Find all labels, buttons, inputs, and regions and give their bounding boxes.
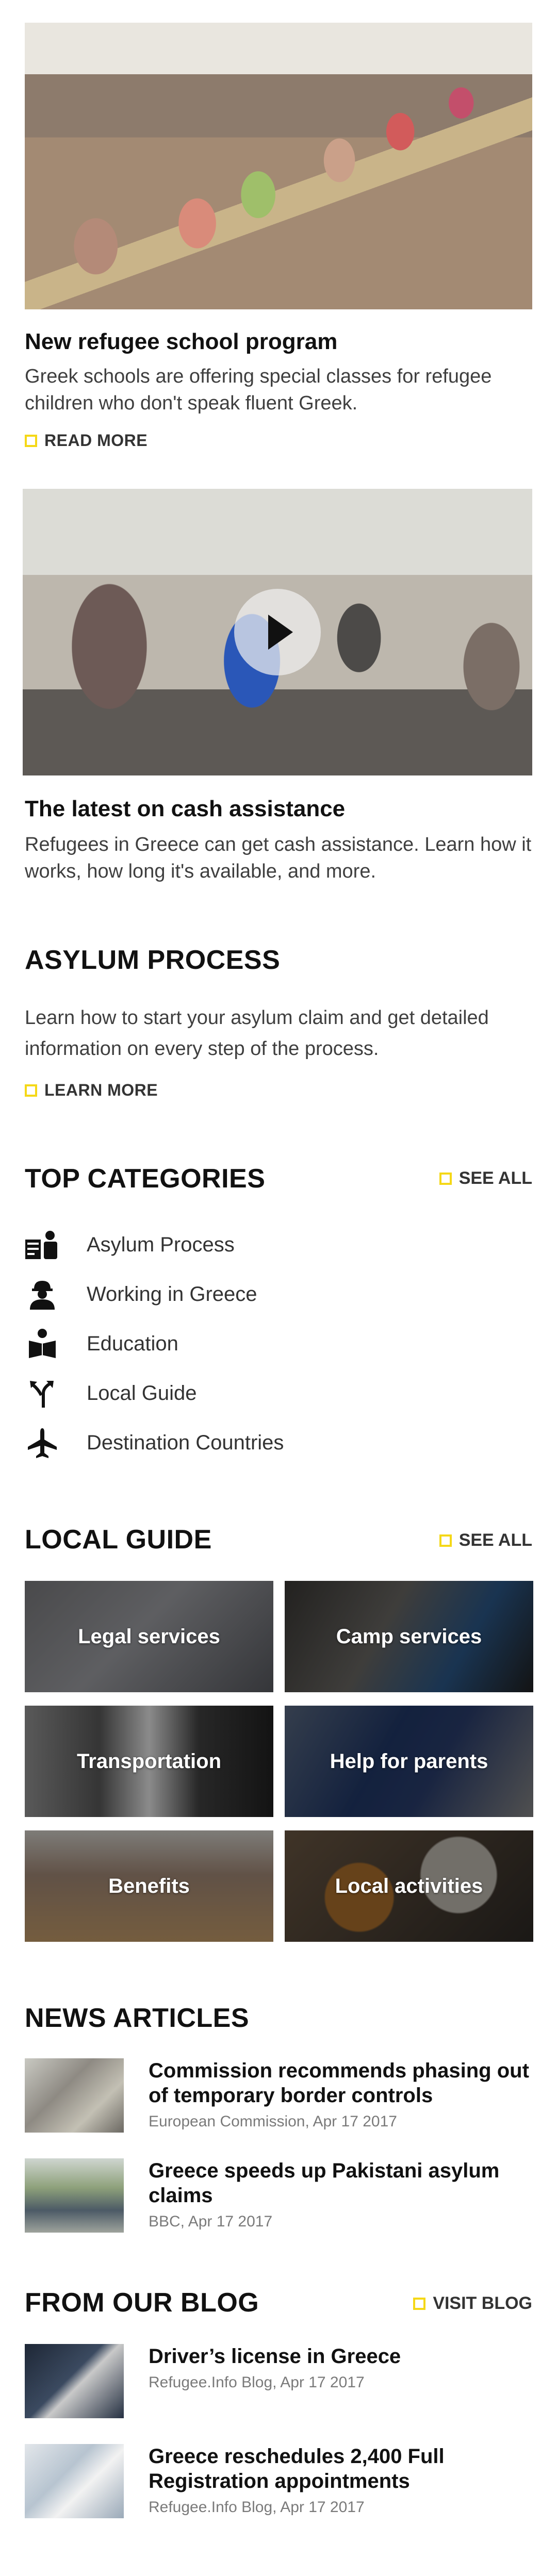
- news-thumbnail: [25, 2058, 124, 2133]
- tile-local-activities[interactable]: Local activities: [285, 1830, 533, 1942]
- cash-assistance-description: Refugees in Greece can get cash assistan…: [25, 834, 532, 882]
- directions-icon: [25, 1376, 60, 1411]
- category-item-asylum[interactable]: Asylum Process: [25, 1220, 532, 1269]
- local-guide-heading: LOCAL GUIDE: [25, 1525, 212, 1555]
- tile-transportation[interactable]: Transportation: [25, 1706, 273, 1817]
- see-all-label: SEE ALL: [458, 1168, 532, 1188]
- visit-blog-link[interactable]: VISIT BLOG: [413, 2293, 532, 2314]
- blog-meta: Refugee.Info Blog, Apr 17 2017: [149, 2374, 365, 2391]
- category-label: Asylum Process: [87, 1233, 235, 1256]
- worker-icon: [25, 1277, 60, 1312]
- blog-item[interactable]: Driver’s license in Greece Refugee.Info …: [25, 2344, 532, 2418]
- yellow-square-icon: [439, 1534, 452, 1547]
- category-label: Working in Greece: [87, 1282, 257, 1306]
- news-articles-heading: NEWS ARTICLES: [25, 2003, 250, 2033]
- category-label: Local Guide: [87, 1381, 197, 1405]
- news-meta: BBC, Apr 17 2017: [149, 2213, 273, 2230]
- see-all-label: SEE ALL: [458, 1530, 532, 1550]
- tile-label: Local activities: [335, 1874, 483, 1897]
- news-thumbnail: [25, 2158, 124, 2233]
- news-meta: European Commission, Apr 17 2017: [149, 2113, 397, 2130]
- category-item-education[interactable]: Education: [25, 1319, 532, 1368]
- blog-thumbnail: [25, 2444, 124, 2518]
- category-label: Education: [87, 1332, 178, 1355]
- tile-label: Help for parents: [330, 1749, 488, 1773]
- learn-more-link[interactable]: LEARN MORE: [25, 1081, 158, 1100]
- category-list: Asylum Process Working in Greece Educati…: [25, 1220, 532, 1467]
- top-categories-heading: TOP CATEGORIES: [25, 1164, 266, 1194]
- tile-label: Camp services: [336, 1625, 482, 1648]
- airplane-icon: [25, 1425, 60, 1460]
- yellow-square-icon: [25, 434, 37, 447]
- asylum-process-description: Learn how to start your asylum claim and…: [25, 1007, 489, 1060]
- category-item-local-guide[interactable]: Local Guide: [25, 1368, 532, 1418]
- local-guide-see-all-link[interactable]: SEE ALL: [439, 1530, 532, 1550]
- education-icon: [25, 1326, 60, 1361]
- yellow-square-icon: [413, 2297, 426, 2310]
- yellow-square-icon: [439, 1172, 452, 1185]
- tile-help-for-parents[interactable]: Help for parents: [285, 1706, 533, 1817]
- news-item[interactable]: Commission recommends phasing out of tem…: [25, 2058, 532, 2133]
- category-item-working[interactable]: Working in Greece: [25, 1269, 532, 1319]
- tile-label: Benefits: [108, 1874, 190, 1897]
- tile-legal-services[interactable]: Legal services: [25, 1581, 273, 1692]
- news-title: Greece speeds up Pakistani asylum claims: [149, 2159, 500, 2207]
- read-more-link[interactable]: READ MORE: [25, 431, 148, 450]
- blog-title: Greece reschedules 2,400 Full Registrati…: [149, 2445, 445, 2492]
- category-label: Destination Countries: [87, 1431, 284, 1454]
- category-item-destinations[interactable]: Destination Countries: [25, 1418, 532, 1467]
- cash-assistance-video[interactable]: [23, 489, 532, 775]
- school-program-title[interactable]: New refugee school program: [25, 328, 532, 356]
- visit-blog-label: VISIT BLOG: [433, 2293, 532, 2313]
- blog-item[interactable]: Greece reschedules 2,400 Full Registrati…: [25, 2444, 532, 2518]
- blog-heading: FROM OUR BLOG: [25, 2288, 259, 2318]
- tile-label: Legal services: [78, 1625, 220, 1648]
- cash-assistance-title[interactable]: The latest on cash assistance: [25, 795, 532, 823]
- asylum-icon: [25, 1227, 60, 1262]
- yellow-square-icon: [25, 1084, 37, 1097]
- asylum-process-heading: ASYLUM PROCESS: [25, 945, 281, 975]
- school-program-description: Greek schools are offering special class…: [25, 366, 492, 414]
- play-icon[interactable]: [234, 589, 321, 675]
- blog-thumbnail: [25, 2344, 124, 2418]
- tile-benefits[interactable]: Benefits: [25, 1830, 273, 1942]
- read-more-label: READ MORE: [44, 431, 148, 450]
- school-program-image[interactable]: [25, 23, 532, 309]
- news-item[interactable]: Greece speeds up Pakistani asylum claims…: [25, 2158, 532, 2233]
- learn-more-label: LEARN MORE: [44, 1081, 158, 1099]
- tile-label: Transportation: [76, 1749, 222, 1773]
- categories-see-all-link[interactable]: SEE ALL: [439, 1168, 532, 1188]
- tile-camp-services[interactable]: Camp services: [285, 1581, 533, 1692]
- blog-title: Driver’s license in Greece: [149, 2345, 401, 2368]
- blog-meta: Refugee.Info Blog, Apr 17 2017: [149, 2499, 365, 2516]
- news-title: Commission recommends phasing out of tem…: [149, 2059, 529, 2107]
